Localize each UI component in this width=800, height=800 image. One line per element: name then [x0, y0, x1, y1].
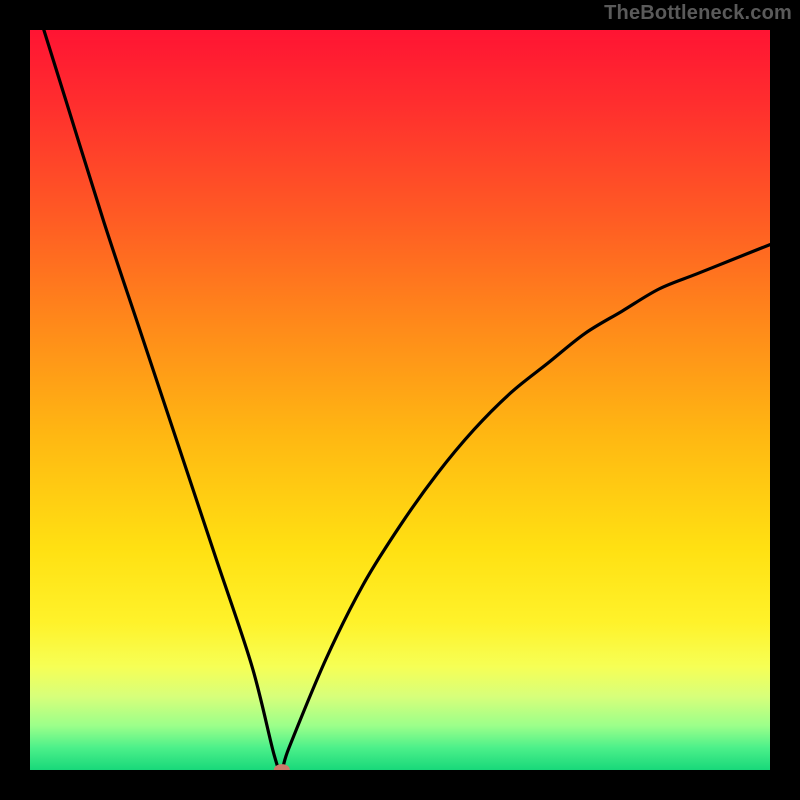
chart-frame: TheBottleneck.com — [0, 0, 800, 800]
optimal-point-marker — [273, 764, 289, 770]
watermark-text: TheBottleneck.com — [604, 2, 792, 25]
plot-area — [30, 30, 770, 770]
bottleneck-curve — [30, 30, 770, 770]
